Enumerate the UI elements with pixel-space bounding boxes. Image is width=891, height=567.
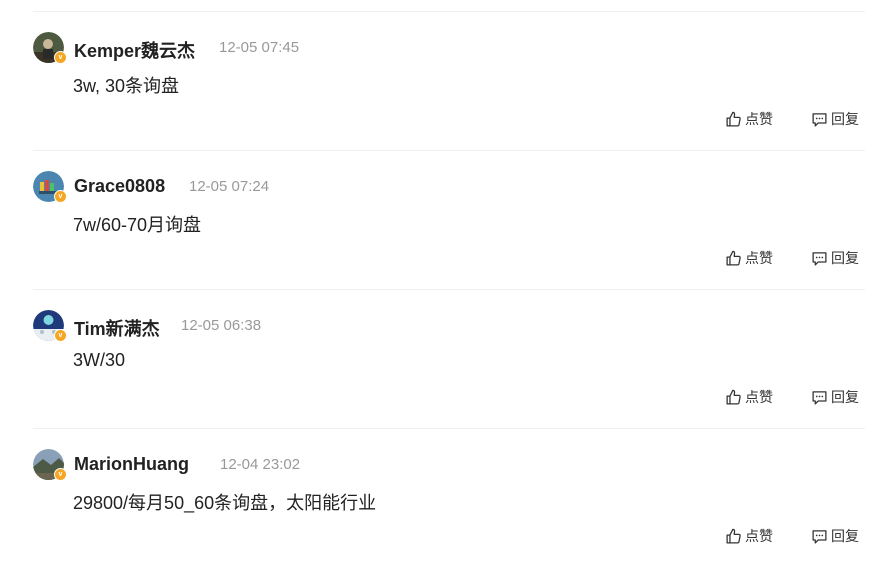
username[interactable]: Tim新满杰 xyxy=(74,315,160,341)
avatar[interactable]: v xyxy=(33,171,67,203)
reply-label: 回复 xyxy=(831,250,859,266)
verified-badge-icon: v xyxy=(54,190,67,203)
like-label: 点赞 xyxy=(745,528,773,544)
reply-button[interactable]: 回复 xyxy=(811,249,859,267)
like-button[interactable]: 点赞 xyxy=(725,249,773,267)
avatar[interactable]: v xyxy=(33,310,67,342)
thumbs-up-icon xyxy=(726,111,741,127)
verified-badge-icon: v xyxy=(54,468,67,481)
thumbs-up-icon xyxy=(726,528,741,544)
reply-button[interactable]: 回复 xyxy=(811,110,859,128)
like-label: 点赞 xyxy=(745,389,773,405)
thumbs-up-icon xyxy=(726,389,741,405)
avatar[interactable]: v xyxy=(33,32,67,64)
reply-label: 回复 xyxy=(831,528,859,544)
comment-content: 3w, 30条询盘 xyxy=(73,76,180,96)
comment-time: 12-05 07:45 xyxy=(219,39,300,56)
reply-button[interactable]: 回复 xyxy=(811,388,859,406)
comment-time: 12-04 23:02 xyxy=(220,456,301,473)
comment-time: 12-05 07:24 xyxy=(189,178,270,195)
comment-item: v Tim新满杰 12-05 06:38 3W/30 点赞 回复 xyxy=(33,289,865,428)
comment-item: v Kemper魏云杰 12-05 07:45 3w, 30条询盘 点赞 回复 xyxy=(33,11,865,150)
comment-icon xyxy=(812,112,827,127)
reply-button[interactable]: 回复 xyxy=(811,527,859,545)
like-label: 点赞 xyxy=(745,250,773,266)
reply-label: 回复 xyxy=(831,111,859,127)
comment-icon xyxy=(812,390,827,405)
comment-icon xyxy=(812,251,827,266)
reply-label: 回复 xyxy=(831,389,859,405)
like-label: 点赞 xyxy=(745,111,773,127)
comment-content: 7w/60-70月询盘 xyxy=(73,215,202,235)
thumbs-up-icon xyxy=(726,250,741,266)
avatar[interactable]: v xyxy=(33,449,67,481)
verified-badge-icon: v xyxy=(54,51,67,64)
username[interactable]: Grace0808 xyxy=(74,176,165,197)
comment-time: 12-05 06:38 xyxy=(181,317,262,334)
username[interactable]: Kemper魏云杰 xyxy=(74,37,195,63)
comment-icon xyxy=(812,529,827,544)
like-button[interactable]: 点赞 xyxy=(725,110,773,128)
comment-content: 3W/30 xyxy=(73,350,126,370)
comment-content: 29800/每月50_60条询盘，太阳能行业 xyxy=(73,493,377,513)
username[interactable]: MarionHuang xyxy=(74,454,189,475)
like-button[interactable]: 点赞 xyxy=(725,527,773,545)
comment-item: v Grace0808 12-05 07:24 7w/60-70月询盘 点赞 回… xyxy=(33,150,865,289)
verified-badge-icon: v xyxy=(54,329,67,342)
like-button[interactable]: 点赞 xyxy=(725,388,773,406)
comment-item: v MarionHuang 12-04 23:02 29800/每月50_60条… xyxy=(33,428,865,567)
